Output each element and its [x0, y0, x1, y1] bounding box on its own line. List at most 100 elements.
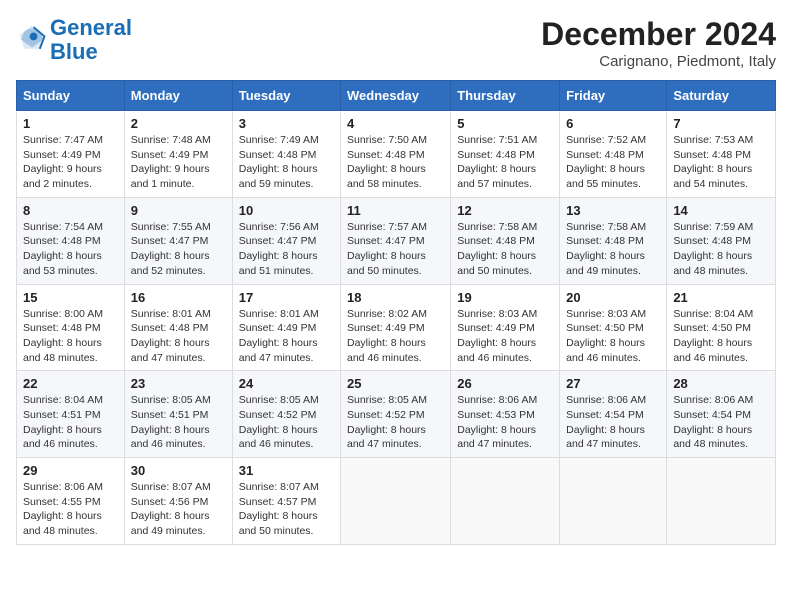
calendar-cell [341, 458, 451, 545]
sunrise-text: Sunrise: 8:05 AMSunset: 4:52 PMDaylight:… [347, 394, 427, 450]
calendar-cell: 3 Sunrise: 7:49 AMSunset: 4:48 PMDaylight… [232, 111, 340, 198]
day-number: 25 [347, 376, 444, 391]
day-number: 26 [457, 376, 553, 391]
day-number: 23 [131, 376, 226, 391]
header-friday: Friday [560, 81, 667, 111]
day-number: 10 [239, 203, 334, 218]
day-number: 29 [23, 463, 118, 478]
sunrise-text: Sunrise: 8:01 AMSunset: 4:48 PMDaylight:… [131, 308, 211, 364]
calendar-cell: 4 Sunrise: 7:50 AMSunset: 4:48 PMDaylight… [341, 111, 451, 198]
day-number: 2 [131, 116, 226, 131]
sunrise-text: Sunrise: 8:07 AMSunset: 4:57 PMDaylight:… [239, 481, 319, 537]
calendar-cell: 17Sunrise: 8:01 AMSunset: 4:49 PMDayligh… [232, 284, 340, 371]
day-number: 12 [457, 203, 553, 218]
calendar-cell: 10 Sunrise: 7:56 AMSunset: 4:47 PMDayligh… [232, 197, 340, 284]
sunrise-text: Sunrise: 8:04 AMSunset: 4:51 PMDaylight:… [23, 394, 103, 450]
day-number: 9 [131, 203, 226, 218]
sunrise-text: Sunrise: 8:06 AMSunset: 4:54 PMDaylight:… [566, 394, 646, 450]
calendar-cell: 21Sunrise: 8:04 AMSunset: 4:50 PMDayligh… [667, 284, 776, 371]
sunrise-text: Sunrise: 8:06 AMSunset: 4:53 PMDaylight:… [457, 394, 537, 450]
sunrise-text: Sunrise: 8:06 AMSunset: 4:55 PMDaylight:… [23, 481, 103, 537]
calendar-cell: 31 Sunrise: 8:07 AMSunset: 4:57 PMDayligh… [232, 458, 340, 545]
day-number: 7 [673, 116, 769, 131]
calendar-cell: 23 Sunrise: 8:05 AMSunset: 4:51 PMDayligh… [124, 371, 232, 458]
calendar-cell: 28Sunrise: 8:06 AMSunset: 4:54 PMDayligh… [667, 371, 776, 458]
logo: General Blue [16, 16, 132, 64]
day-number: 28 [673, 376, 769, 391]
header-thursday: Thursday [451, 81, 560, 111]
calendar-cell: 19 Sunrise: 8:03 AMSunset: 4:49 PMDayligh… [451, 284, 560, 371]
sunrise-text: Sunrise: 8:05 AMSunset: 4:52 PMDaylight:… [239, 394, 319, 450]
sunrise-text: Sunrise: 7:53 AMSunset: 4:48 PMDaylight:… [673, 134, 753, 190]
logo-text: General Blue [50, 16, 132, 64]
sunrise-text: Sunrise: 7:50 AMSunset: 4:48 PMDaylight:… [347, 134, 427, 190]
sunrise-text: Sunrise: 8:07 AMSunset: 4:56 PMDaylight:… [131, 481, 211, 537]
month-year-title: December 2024 [541, 16, 776, 53]
sunrise-text: Sunrise: 7:59 AMSunset: 4:48 PMDaylight:… [673, 221, 753, 277]
day-number: 22 [23, 376, 118, 391]
header-wednesday: Wednesday [341, 81, 451, 111]
calendar-week-2: 8 Sunrise: 7:54 AMSunset: 4:48 PMDaylight… [17, 197, 776, 284]
day-number: 17 [239, 290, 334, 305]
sunrise-text: Sunrise: 7:47 AMSunset: 4:49 PMDaylight:… [23, 134, 103, 190]
calendar-cell: 29 Sunrise: 8:06 AMSunset: 4:55 PMDayligh… [17, 458, 125, 545]
location-subtitle: Carignano, Piedmont, Italy [541, 53, 776, 70]
day-number: 24 [239, 376, 334, 391]
sunrise-text: Sunrise: 7:56 AMSunset: 4:47 PMDaylight:… [239, 221, 319, 277]
calendar-table: SundayMondayTuesdayWednesdayThursdayFrid… [16, 80, 776, 545]
day-number: 16 [131, 290, 226, 305]
calendar-cell: 7 Sunrise: 7:53 AMSunset: 4:48 PMDaylight… [667, 111, 776, 198]
calendar-cell: 26 Sunrise: 8:06 AMSunset: 4:53 PMDayligh… [451, 371, 560, 458]
calendar-cell: 22 Sunrise: 8:04 AMSunset: 4:51 PMDayligh… [17, 371, 125, 458]
logo-icon [18, 24, 46, 52]
day-number: 30 [131, 463, 226, 478]
day-number: 31 [239, 463, 334, 478]
day-number: 20 [566, 290, 660, 305]
day-number: 13 [566, 203, 660, 218]
title-section: December 2024 Carignano, Piedmont, Italy [541, 16, 776, 70]
sunrise-text: Sunrise: 7:49 AMSunset: 4:48 PMDaylight:… [239, 134, 319, 190]
day-number: 8 [23, 203, 118, 218]
sunrise-text: Sunrise: 7:54 AMSunset: 4:48 PMDaylight:… [23, 221, 103, 277]
calendar-week-1: 1Sunrise: 7:47 AMSunset: 4:49 PMDaylight… [17, 111, 776, 198]
calendar-cell: 30 Sunrise: 8:07 AMSunset: 4:56 PMDayligh… [124, 458, 232, 545]
calendar-cell: 8 Sunrise: 7:54 AMSunset: 4:48 PMDaylight… [17, 197, 125, 284]
sunrise-text: Sunrise: 7:58 AMSunset: 4:48 PMDaylight:… [566, 221, 646, 277]
sunrise-text: Sunrise: 7:58 AMSunset: 4:48 PMDaylight:… [457, 221, 537, 277]
sunrise-text: Sunrise: 8:02 AMSunset: 4:49 PMDaylight:… [347, 308, 427, 364]
calendar-cell: 5 Sunrise: 7:51 AMSunset: 4:48 PMDaylight… [451, 111, 560, 198]
calendar-header-row: SundayMondayTuesdayWednesdayThursdayFrid… [17, 81, 776, 111]
day-number: 3 [239, 116, 334, 131]
sunrise-text: Sunrise: 7:52 AMSunset: 4:48 PMDaylight:… [566, 134, 646, 190]
sunrise-text: Sunrise: 7:55 AMSunset: 4:47 PMDaylight:… [131, 221, 211, 277]
day-number: 14 [673, 203, 769, 218]
day-number: 19 [457, 290, 553, 305]
header-sunday: Sunday [17, 81, 125, 111]
header-monday: Monday [124, 81, 232, 111]
calendar-cell [560, 458, 667, 545]
sunrise-text: Sunrise: 8:00 AMSunset: 4:48 PMDaylight:… [23, 308, 103, 364]
day-number: 6 [566, 116, 660, 131]
sunrise-text: Sunrise: 7:51 AMSunset: 4:48 PMDaylight:… [457, 134, 537, 190]
day-number: 11 [347, 203, 444, 218]
calendar-cell: 20 Sunrise: 8:03 AMSunset: 4:50 PMDayligh… [560, 284, 667, 371]
calendar-cell: 1Sunrise: 7:47 AMSunset: 4:49 PMDaylight… [17, 111, 125, 198]
header-tuesday: Tuesday [232, 81, 340, 111]
calendar-cell: 15Sunrise: 8:00 AMSunset: 4:48 PMDayligh… [17, 284, 125, 371]
calendar-cell: 16 Sunrise: 8:01 AMSunset: 4:48 PMDayligh… [124, 284, 232, 371]
calendar-cell: 6 Sunrise: 7:52 AMSunset: 4:48 PMDaylight… [560, 111, 667, 198]
sunrise-text: Sunrise: 8:05 AMSunset: 4:51 PMDaylight:… [131, 394, 211, 450]
calendar-cell: 14 Sunrise: 7:59 AMSunset: 4:48 PMDayligh… [667, 197, 776, 284]
sunrise-text: Sunrise: 7:57 AMSunset: 4:47 PMDaylight:… [347, 221, 427, 277]
day-number: 5 [457, 116, 553, 131]
calendar-cell [667, 458, 776, 545]
sunrise-text: Sunrise: 7:48 AMSunset: 4:49 PMDaylight:… [131, 134, 211, 190]
calendar-cell: 9 Sunrise: 7:55 AMSunset: 4:47 PMDaylight… [124, 197, 232, 284]
day-number: 4 [347, 116, 444, 131]
calendar-cell: 24 Sunrise: 8:05 AMSunset: 4:52 PMDayligh… [232, 371, 340, 458]
calendar-cell: 27Sunrise: 8:06 AMSunset: 4:54 PMDayligh… [560, 371, 667, 458]
sunrise-text: Sunrise: 8:03 AMSunset: 4:49 PMDaylight:… [457, 308, 537, 364]
calendar-cell: 25 Sunrise: 8:05 AMSunset: 4:52 PMDayligh… [341, 371, 451, 458]
calendar-cell [451, 458, 560, 545]
sunrise-text: Sunrise: 8:03 AMSunset: 4:50 PMDaylight:… [566, 308, 646, 364]
